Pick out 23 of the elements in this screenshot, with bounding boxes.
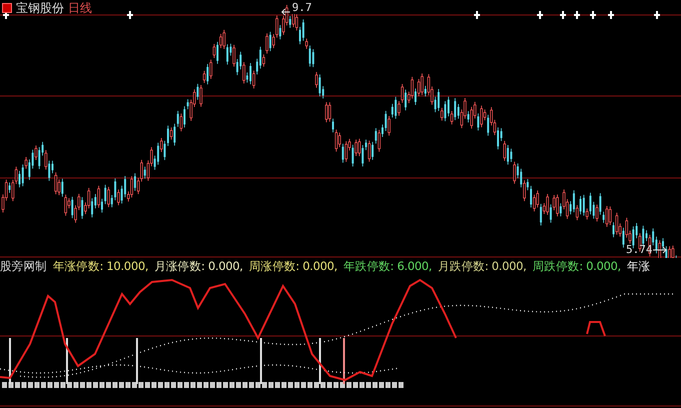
stock-icon: [2, 3, 12, 13]
indicator-value: 年涨停数: 10.000,: [52, 258, 148, 274]
cross-icon: [653, 10, 661, 20]
high-price-label: 9.7: [292, 2, 312, 14]
indicator-value: 年跌停数: 6.000,: [343, 258, 432, 274]
cross-icon: [536, 10, 544, 20]
cross-icon: [589, 10, 597, 20]
cross-icon: [607, 10, 615, 20]
stock-name: 宝钢股份: [16, 0, 64, 16]
indicator-value: 周跌停数: 0.000,: [532, 258, 621, 274]
indicator-value: 年涨: [626, 258, 650, 274]
cross-icon: [126, 10, 134, 20]
indicator-name: 股旁网制: [0, 258, 47, 274]
indicator-value: 月跌停数: 0.000,: [438, 258, 526, 274]
cross-icon: [573, 10, 581, 20]
cross-icon: [559, 10, 567, 20]
period-label: 日线: [68, 0, 92, 16]
arrow-icon: [653, 246, 667, 254]
indicator-value: 周涨停数: 0.000,: [248, 258, 338, 274]
cross-icon: [2, 10, 10, 20]
indicator-value: 月涨停数: 0.000,: [154, 258, 243, 274]
cross-icon: [473, 10, 481, 20]
arrow-icon: [281, 8, 291, 16]
